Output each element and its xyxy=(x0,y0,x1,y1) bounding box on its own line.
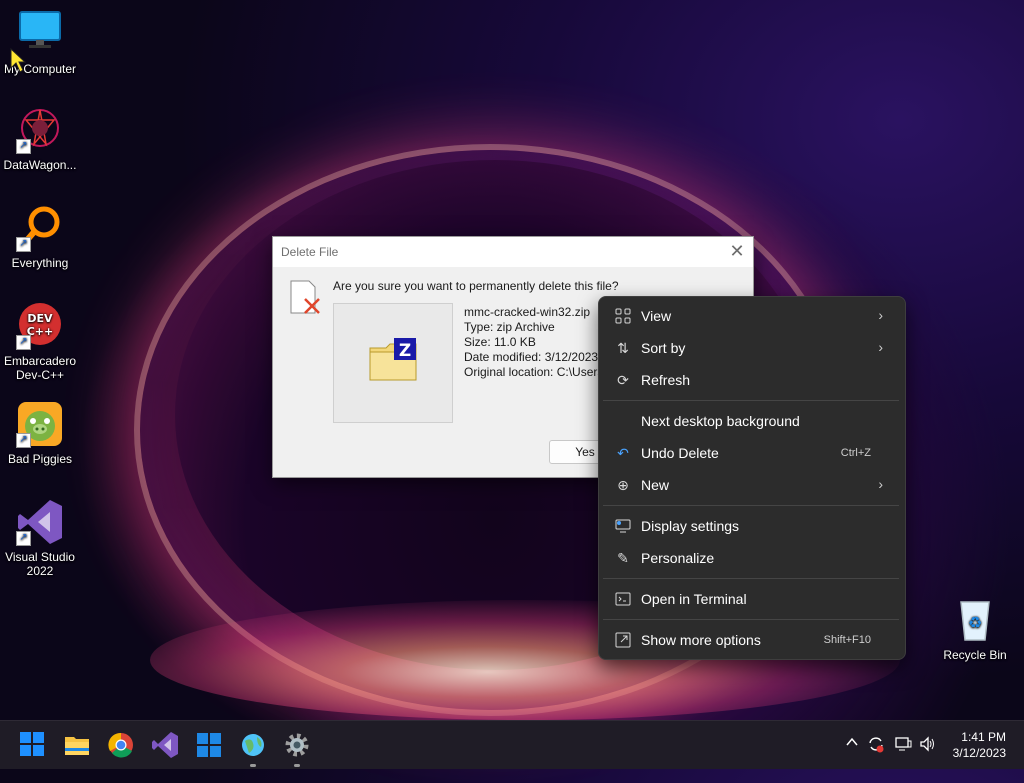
running-indicator xyxy=(294,764,300,767)
svg-text:Z: Z xyxy=(399,341,411,361)
shortcut-arrow-icon: ↗ xyxy=(16,335,31,350)
menu-item-label: Refresh xyxy=(641,372,691,388)
file-size: Size: 11.0 KB xyxy=(464,335,536,349)
desktop-icon-label: DataWagon... xyxy=(3,158,77,172)
visual-studio-icon: ↗ xyxy=(16,498,64,546)
visual-studio-taskbar-icon[interactable] xyxy=(151,731,179,759)
dialog-titlebar[interactable]: Delete File ✕ xyxy=(273,237,753,267)
menu-item-next-background[interactable]: Next desktop background xyxy=(603,406,899,436)
pig-icon: ↗ xyxy=(16,400,64,448)
desktop-icon-bad-piggies[interactable]: ↗ Bad Piggies xyxy=(0,400,80,466)
display-icon xyxy=(615,518,631,534)
menu-separator xyxy=(603,400,899,401)
settings-gear-icon[interactable] xyxy=(283,731,311,759)
menu-separator xyxy=(603,578,899,579)
shortcut-arrow-icon: ↗ xyxy=(16,237,31,252)
menu-item-accelerator: Ctrl+Z xyxy=(840,447,871,459)
zip-archive-icon: Z xyxy=(368,338,418,389)
file-original-location: Original location: C:\Users xyxy=(464,365,604,379)
plus-circle-icon: ⊕ xyxy=(617,477,629,493)
chevron-up-icon[interactable] xyxy=(845,735,859,783)
devcpp-icon: DEV C++ ↗ xyxy=(16,302,64,350)
menu-item-view[interactable]: View › xyxy=(603,301,899,331)
menu-item-label: Undo Delete xyxy=(641,445,719,461)
file-date-modified: Date modified: 3/12/2023 xyxy=(464,350,599,364)
chevron-right-icon: › xyxy=(878,339,883,355)
taskbar-clock[interactable]: 1:41 PM 3/12/2023 xyxy=(953,729,1006,761)
chrome-icon[interactable] xyxy=(107,731,135,759)
menu-item-new[interactable]: ⊕ New › xyxy=(603,470,899,500)
file-details: mmc-cracked-win32.zip Type: zip Archive … xyxy=(464,305,603,380)
menu-item-undo-delete[interactable]: ↶ Undo Delete Ctrl+Z xyxy=(603,438,899,468)
desktop-icon-datawagon[interactable]: ↗ DataWagon... xyxy=(0,106,80,172)
menu-separator xyxy=(603,619,899,620)
svg-text:♻: ♻ xyxy=(968,613,982,632)
taskbar: 1:41 PM 3/12/2023 xyxy=(0,720,1024,769)
menu-item-show-more-options[interactable]: Show more options Shift+F10 xyxy=(603,625,899,655)
refresh-icon: ⟳ xyxy=(617,372,629,388)
clock-time: 1:41 PM xyxy=(961,730,1006,744)
chevron-right-icon: › xyxy=(878,307,883,323)
file-type: Type: zip Archive xyxy=(464,320,555,334)
microsoft-store-icon[interactable] xyxy=(195,731,223,759)
grid-icon xyxy=(615,308,631,324)
menu-item-label: View xyxy=(641,308,672,324)
network-globe-icon[interactable] xyxy=(239,731,267,759)
shortcut-arrow-icon: ↗ xyxy=(16,139,31,154)
expand-icon xyxy=(615,632,631,648)
brush-icon: ✎ xyxy=(617,550,629,566)
shortcut-arrow-icon: ↗ xyxy=(16,531,31,546)
shortcut-arrow-icon: ↗ xyxy=(16,433,31,448)
menu-item-label: Personalize xyxy=(641,550,715,566)
menu-item-label: Next desktop background xyxy=(641,413,800,429)
file-preview: Z xyxy=(333,303,453,423)
menu-item-display-settings[interactable]: Display settings xyxy=(603,511,899,541)
sync-alert-icon[interactable] xyxy=(867,735,885,783)
file-name: mmc-cracked-win32.zip xyxy=(464,305,591,319)
chevron-right-icon: › xyxy=(878,476,883,492)
magnifier-icon: ↗ xyxy=(16,204,64,252)
menu-item-personalize[interactable]: ✎ Personalize xyxy=(603,543,899,573)
close-icon[interactable]: ✕ xyxy=(727,241,747,261)
datawagon-icon: ↗ xyxy=(16,106,64,154)
menu-item-accelerator: Shift+F10 xyxy=(823,634,871,646)
volume-icon[interactable] xyxy=(919,735,937,783)
recycle-bin-icon: ♻ xyxy=(951,596,999,644)
desktop-icon-label: Visual Studio 2022 xyxy=(5,550,75,578)
menu-item-open-terminal[interactable]: Open in Terminal xyxy=(603,584,899,614)
desktop-icon-devcpp[interactable]: DEV C++ ↗ Embarcadero Dev-C++ xyxy=(0,302,80,382)
desktop-icon-recycle-bin[interactable]: ♻ Recycle Bin xyxy=(935,596,1015,662)
desktop-icon-everything[interactable]: ↗ Everything xyxy=(0,204,80,270)
menu-item-label: Display settings xyxy=(641,518,740,534)
svg-text:DEV: DEV xyxy=(27,312,53,325)
menu-item-label: Sort by xyxy=(641,340,686,356)
desktop-icon-label: Embarcadero Dev-C++ xyxy=(3,354,77,382)
menu-item-label: Show more options xyxy=(641,632,761,648)
menu-item-label: Open in Terminal xyxy=(641,591,747,607)
running-indicator xyxy=(250,764,256,767)
menu-item-sort-by[interactable]: ⇅ Sort by › xyxy=(603,333,899,363)
clock-date: 3/12/2023 xyxy=(952,746,1006,760)
delete-document-icon xyxy=(289,279,321,315)
sort-icon: ⇅ xyxy=(617,340,629,356)
desktop-icon-visual-studio[interactable]: ↗ Visual Studio 2022 xyxy=(0,498,80,578)
desktop-icon-label: Recycle Bin xyxy=(943,648,1007,662)
menu-item-refresh[interactable]: ⟳ Refresh xyxy=(603,365,899,395)
mouse-cursor-icon xyxy=(10,47,27,79)
network-icon[interactable] xyxy=(894,735,912,783)
desktop-icon-label: Bad Piggies xyxy=(7,452,73,466)
dialog-question: Are you sure you want to permanently del… xyxy=(333,279,619,293)
terminal-icon xyxy=(615,591,631,607)
desktop-context-menu: View › ⇅ Sort by › ⟳ Refresh Next deskto… xyxy=(598,296,906,660)
desktop-icon-label: Everything xyxy=(11,256,69,270)
start-button[interactable] xyxy=(19,731,47,759)
file-explorer-icon[interactable] xyxy=(63,731,91,759)
menu-separator xyxy=(603,505,899,506)
menu-item-label: New xyxy=(641,477,670,493)
dialog-title: Delete File xyxy=(281,245,339,259)
undo-icon: ↶ xyxy=(617,445,629,461)
windows-logo-icon xyxy=(20,732,44,756)
